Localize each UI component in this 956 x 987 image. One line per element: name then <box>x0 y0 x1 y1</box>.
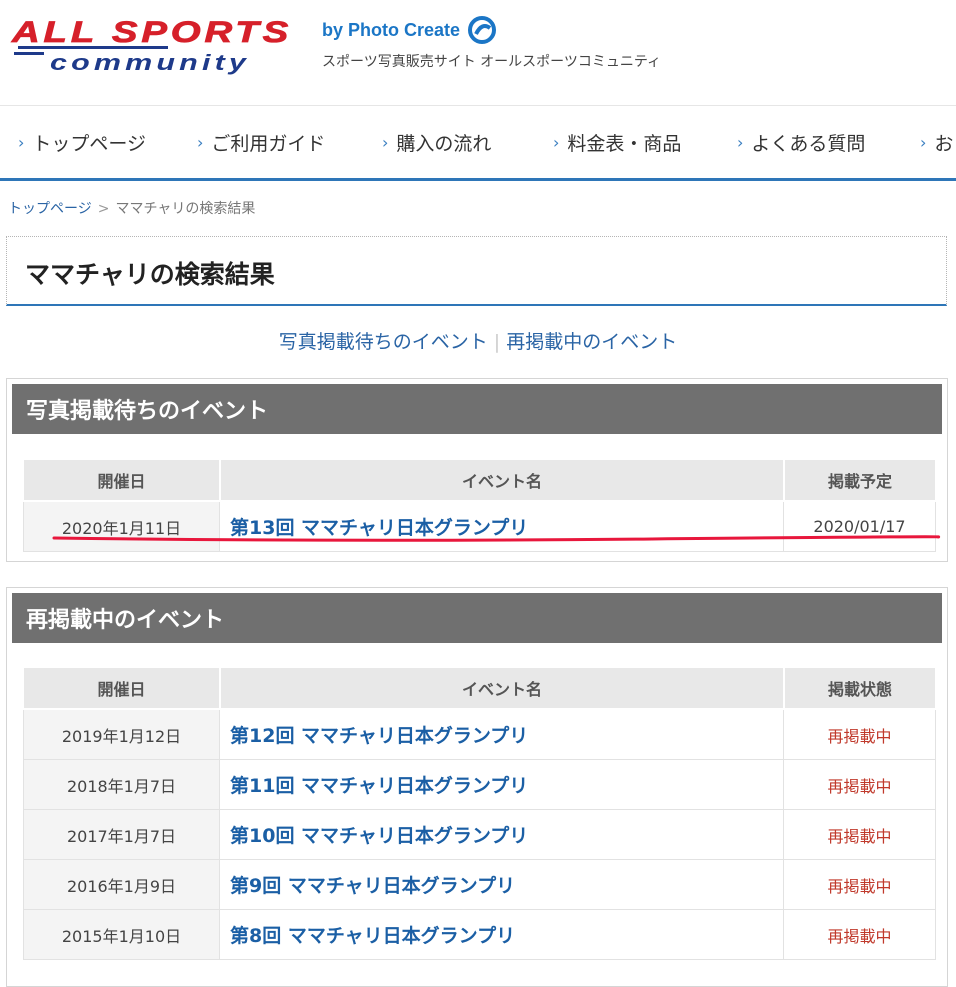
event-date: 2017年1月7日 <box>23 810 220 860</box>
republished-events-section: 再掲載中のイベント 開催日 イベント名 掲載状態 2019年1月12日 第12回… <box>6 587 948 987</box>
event-date: 2018年1月7日 <box>23 760 220 810</box>
chevron-right-icon: › <box>920 132 927 152</box>
nav-item-faq[interactable]: › よくある質問 <box>737 106 865 178</box>
logo-line-1: ALL SPORTS <box>11 16 292 49</box>
breadcrumb-separator: > <box>97 201 110 217</box>
breadcrumb-current: ママチャリの検索結果 <box>115 201 256 217</box>
nav-item-pricing[interactable]: › 料金表・商品 <box>553 106 681 178</box>
event-name-cell: 第9回 ママチャリ日本グランプリ <box>220 860 784 910</box>
event-date: 2015年1月10日 <box>23 910 220 960</box>
event-date: 2016年1月9日 <box>23 860 220 910</box>
table-row: 2019年1月12日 第12回 ママチャリ日本グランプリ 再掲載中 <box>23 710 936 760</box>
republished-events-table: 開催日 イベント名 掲載状態 2019年1月12日 第12回 ママチャリ日本グラ… <box>23 667 936 960</box>
column-header-event-name: イベント名 <box>220 459 784 502</box>
column-header-schedule: 掲載予定 <box>784 459 936 502</box>
nav-item-label: トップページ <box>32 132 147 155</box>
event-status-cell: 再掲載中 <box>784 810 936 860</box>
event-link[interactable]: 第10回 ママチャリ日本グランプリ <box>230 825 528 847</box>
logo-stripe <box>14 52 44 55</box>
section-heading: 再掲載中のイベント <box>12 593 942 643</box>
nav-item-label: よくある質問 <box>751 132 866 155</box>
status-badge: 再掲載中 <box>827 726 892 746</box>
event-name-cell: 第11回 ママチャリ日本グランプリ <box>220 760 784 810</box>
column-header-status: 掲載状態 <box>784 667 936 710</box>
chevron-right-icon: › <box>18 132 25 152</box>
event-link[interactable]: 第12回 ママチャリ日本グランプリ <box>230 725 528 747</box>
logo-stripe <box>18 46 168 49</box>
logo-line-2: community <box>50 50 250 75</box>
event-name-cell: 第10回 ママチャリ日本グランプリ <box>220 810 784 860</box>
section-heading: 写真掲載待ちのイベント <box>12 384 942 434</box>
highlight-underline <box>52 535 941 542</box>
nav-item-purchase-flow[interactable]: › 購入の流れ <box>382 106 491 178</box>
site-header: ALL SPORTS community by Photo Create スポー… <box>0 0 956 106</box>
nav-item-label: ご利用ガイド <box>211 132 326 155</box>
nav-item-top[interactable]: › トップページ <box>18 106 146 178</box>
event-status-cell: 再掲載中 <box>784 860 936 910</box>
global-nav: › トップページ › ご利用ガイド › 購入の流れ › 料金表・商品 › よくあ… <box>0 106 956 181</box>
event-link[interactable]: 第8回 ママチャリ日本グランプリ <box>230 925 515 947</box>
event-date: 2019年1月12日 <box>23 710 220 760</box>
column-header-event-name: イベント名 <box>220 667 784 710</box>
chevron-right-icon: › <box>197 132 204 152</box>
anchor-republished-events[interactable]: 再掲載中のイベント <box>506 331 677 353</box>
by-photo-create-text: by Photo Create <box>322 19 461 40</box>
anchor-separator: | <box>493 331 501 353</box>
nav-item-guide[interactable]: › ご利用ガイド <box>197 106 325 178</box>
all-sports-community-logo[interactable]: ALL SPORTS community <box>10 14 300 76</box>
table-row: 2018年1月7日 第11回 ママチャリ日本グランプリ 再掲載中 <box>23 760 936 810</box>
event-status-cell: 再掲載中 <box>784 910 936 960</box>
event-link[interactable]: 第9回 ママチャリ日本グランプリ <box>230 875 515 897</box>
status-badge: 再掲載中 <box>827 826 892 846</box>
section-anchor-links: 写真掲載待ちのイベント | 再掲載中のイベント <box>0 327 956 354</box>
breadcrumb-home-link[interactable]: トップページ <box>8 201 92 217</box>
event-link[interactable]: 第11回 ママチャリ日本グランプリ <box>230 775 528 797</box>
site-tagline: スポーツ写真販売サイト オールスポーツコミュニティ <box>322 54 662 70</box>
event-status-cell: 再掲載中 <box>784 760 936 810</box>
event-status-cell: 再掲載中 <box>784 710 936 760</box>
breadcrumb: トップページ > ママチャリの検索結果 <box>8 198 255 218</box>
table-row: 2016年1月9日 第9回 ママチャリ日本グランプリ 再掲載中 <box>23 860 936 910</box>
table-row: 2015年1月10日 第8回 ママチャリ日本グランプリ 再掲載中 <box>23 910 936 960</box>
chevron-right-icon: › <box>553 132 560 152</box>
table-header-row: 開催日 イベント名 掲載予定 <box>23 459 936 502</box>
chevron-right-icon: › <box>737 132 744 152</box>
page-title: ママチャリの検索結果 <box>25 260 275 289</box>
table-row: 2017年1月7日 第10回 ママチャリ日本グランプリ 再掲載中 <box>23 810 936 860</box>
status-badge: 再掲載中 <box>827 776 892 796</box>
column-header-date: 開催日 <box>23 667 220 710</box>
nav-item-label: 料金表・商品 <box>567 132 682 155</box>
anchor-pending-events[interactable]: 写真掲載待ちのイベント <box>279 331 488 353</box>
nav-item-label: お <box>934 132 954 155</box>
photo-create-brand[interactable]: by Photo Create <box>322 14 498 46</box>
event-name-cell: 第8回 ママチャリ日本グランプリ <box>220 910 784 960</box>
chevron-right-icon: › <box>382 132 389 152</box>
nav-item-more[interactable]: › お <box>920 106 953 178</box>
page-title-box: ママチャリの検索結果 <box>6 236 947 306</box>
nav-item-label: 購入の流れ <box>396 132 492 155</box>
status-badge: 再掲載中 <box>827 876 892 896</box>
event-name-cell: 第12回 ママチャリ日本グランプリ <box>220 710 784 760</box>
table-header-row: 開催日 イベント名 掲載状態 <box>23 667 936 710</box>
photo-create-swirl-icon <box>468 16 497 44</box>
column-header-date: 開催日 <box>23 459 220 502</box>
status-badge: 再掲載中 <box>827 926 892 946</box>
